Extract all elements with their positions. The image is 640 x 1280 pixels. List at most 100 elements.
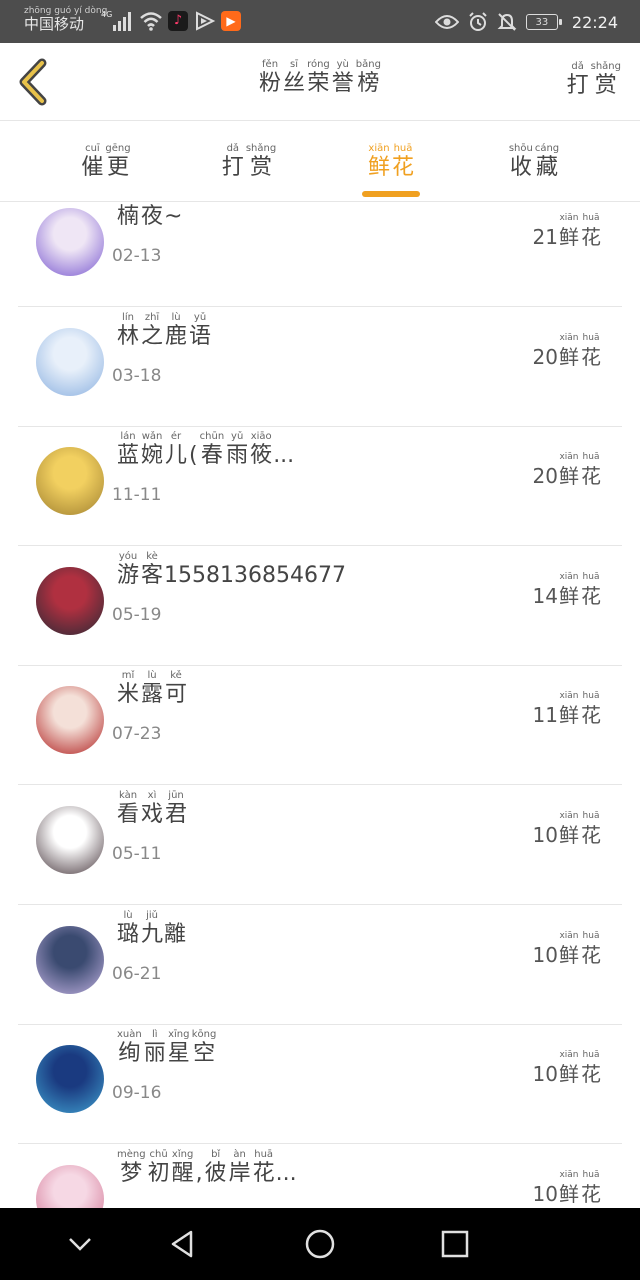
name-char: lù 露: [141, 670, 164, 708]
reward-button[interactable]: dǎ 打 shǎng 赏: [566, 61, 622, 99]
name-char: xīng 星: [167, 1029, 190, 1067]
recents-square-icon[interactable]: [437, 1226, 473, 1262]
name-suffix: 離: [164, 921, 187, 947]
unit-char: xiān 鲜: [559, 1169, 579, 1206]
unit-char: huā 花: [581, 452, 601, 489]
name-char: ér 儿: [165, 431, 188, 469]
flower-count: 11 xiān 鲜 huā 花: [533, 690, 602, 728]
battery-icon: 33: [525, 14, 562, 30]
name-char: wǎn 婉: [141, 431, 164, 469]
unit-char: huā 花: [581, 1169, 601, 1206]
unit-char: huā 花: [581, 691, 601, 728]
date-label: 06-21: [112, 963, 162, 984]
title-char: bǎng 榜: [355, 59, 381, 96]
flower-count: 10 xiān 鲜 huā 花: [533, 810, 602, 848]
date-label: 11-11: [112, 485, 162, 506]
avatar[interactable]: [36, 686, 104, 755]
unit-char: huā 花: [581, 213, 601, 249]
unit-char: xiān 鲜: [559, 452, 579, 489]
name-char: lín 林: [117, 311, 140, 349]
name-char: yǔ 语: [189, 311, 212, 349]
avatar[interactable]: [36, 447, 104, 516]
name-char: kè 客: [141, 550, 164, 588]
name-char: jūn 君: [165, 790, 188, 827]
count-number: 11: [532, 703, 558, 728]
list-item[interactable]: mèng 梦 chū 初 xǐng 醒, bǐ 彼 àn 岸 huā 花... 10 xiān 鲜 huā 花: [18, 1143, 622, 1208]
name-char: xǐng 醒: [171, 1148, 194, 1186]
avatar[interactable]: [36, 925, 104, 994]
list-item[interactable]: lán 蓝 wǎn 婉 ér 儿(chūn 春 yǔ 雨 xiāo 筱... 11-11 20 xiān 鲜…: [18, 425, 622, 547]
tab-favorites[interactable]: shōu 收 cáng 藏: [484, 143, 584, 181]
eye-icon: [434, 15, 459, 29]
unit-char: huā 花: [581, 332, 601, 369]
fan-ranking-list[interactable]: nán楠yè夜~02-1321xiān鲜huā花 lín林zhī之lù鹿yǔ语 03…: [0, 202, 640, 1208]
flower-count: 10 xiān 鲜 huā 花: [533, 1049, 602, 1087]
count-number: 20: [532, 464, 558, 489]
date-label: 05-11: [112, 844, 162, 864]
system-nav-bar: [0, 1208, 640, 1280]
name-char: ,: [195, 1160, 203, 1186]
name-suffix: ...: [275, 1160, 297, 1186]
name-suffix: 1558136854677: [164, 562, 346, 588]
avatar[interactable]: [36, 208, 104, 276]
back-triangle-icon[interactable]: [165, 1226, 201, 1262]
wifi-icon: [140, 12, 162, 31]
tab-urge-update[interactable]: cuī 催 gēng 更: [56, 143, 156, 181]
count-number: 20: [532, 344, 558, 369]
flower-count: 20 xiān 鲜 huā 花: [533, 332, 602, 370]
avatar[interactable]: [36, 1164, 104, 1208]
list-item[interactable]: mǐ 米 lù 露 kě 可 07-23 11 xiān 鲜 huā 花: [18, 664, 622, 786]
reward-char: shǎng 赏: [590, 61, 621, 98]
name-char: mǐ 米: [117, 670, 140, 708]
title-char: fěn 粉: [259, 59, 282, 96]
avatar[interactable]: [36, 566, 104, 635]
name-char: kàn 看: [117, 790, 140, 827]
play-app-icon: [196, 11, 216, 31]
user-name: lín 林 zhī 之 lù 鹿 yǔ 语: [116, 312, 212, 350]
mute-bell-icon: [497, 13, 517, 31]
count-number: 14: [532, 583, 558, 608]
network-type: 4G: [101, 10, 113, 19]
list-item[interactable]: lín 林 zhī 之 lù 鹿 yǔ 语 03-18 20 xiān 鲜 huā 花: [18, 306, 622, 427]
name-char: lù 鹿: [165, 311, 188, 349]
count-number: 10: [532, 823, 558, 847]
name-char: àn 岸: [228, 1148, 251, 1186]
list-item[interactable]: kàn 看 xì 戏 jūn 君 05-11 10 xiān 鲜 huā 花: [18, 784, 622, 905]
list-item[interactable]: yóu 游 kè 客 1558136854677 05-19 14 xiān 鲜 huā 花: [18, 545, 622, 666]
unit-char: huā 花: [581, 1050, 601, 1087]
avatar[interactable]: [36, 806, 104, 874]
name-char: zhī 之: [141, 311, 164, 349]
list-item[interactable]: xuàn 绚 lì 丽 xīng 星 kōng 空 09-16 10 xiān 鲜 huā 花: [18, 1023, 622, 1145]
date-label: 03-18: [112, 365, 162, 386]
home-circle-icon[interactable]: [302, 1226, 338, 1262]
unit-char: xiān 鲜: [559, 213, 579, 249]
alarm-icon: [469, 12, 487, 31]
flower-count: 10 xiān 鲜 huā 花: [533, 1169, 602, 1207]
avatar[interactable]: [36, 1045, 104, 1114]
tab-flowers[interactable]: xiān 鲜 huā 花: [341, 143, 441, 181]
count-number: 10: [532, 1181, 558, 1206]
user-name: xuàn 绚 lì 丽 xīng 星 kōng 空: [116, 1029, 217, 1067]
name-char: nán楠: [117, 202, 140, 229]
tiktok-app-icon: ♪: [168, 11, 188, 31]
status-bar: zhōng guó yí dòng 中国移动 4G ♪ ▶ 33 22:24: [0, 0, 640, 43]
name-char: xuàn 绚: [117, 1029, 142, 1067]
name-char: chūn 春: [199, 431, 225, 469]
count-number: 10: [532, 942, 558, 967]
name-char: bǐ 彼: [204, 1148, 227, 1186]
collapse-chevron-icon[interactable]: [62, 1226, 98, 1262]
name-char: lì 丽: [143, 1029, 166, 1067]
date-label: 09-16: [112, 1083, 162, 1104]
name-char: huā 花: [252, 1148, 275, 1186]
user-name: kàn 看 xì 戏 jūn 君: [116, 790, 188, 828]
avatar[interactable]: [36, 327, 104, 396]
count-number: 10: [532, 1062, 558, 1087]
list-item[interactable]: lù 璐 jiǔ 九離 06-21 10 xiān 鲜 huā 花: [18, 904, 622, 1025]
name-suffix: ~: [164, 204, 183, 229]
tab-bar: cuī 催 gēng 更 dǎ 打 shǎng 赏 xiān 鲜 huā 花 shōu 收 cáng 藏: [0, 121, 640, 202]
flower-count: 20 xiān 鲜 huā 花: [533, 451, 602, 489]
list-item[interactable]: nán楠yè夜~02-1321xiān鲜huā花: [18, 202, 622, 307]
name-char: kě 可: [165, 670, 188, 708]
unit-char: xiān 鲜: [559, 571, 579, 608]
tab-reward[interactable]: dǎ 打 shǎng 赏: [199, 143, 299, 181]
